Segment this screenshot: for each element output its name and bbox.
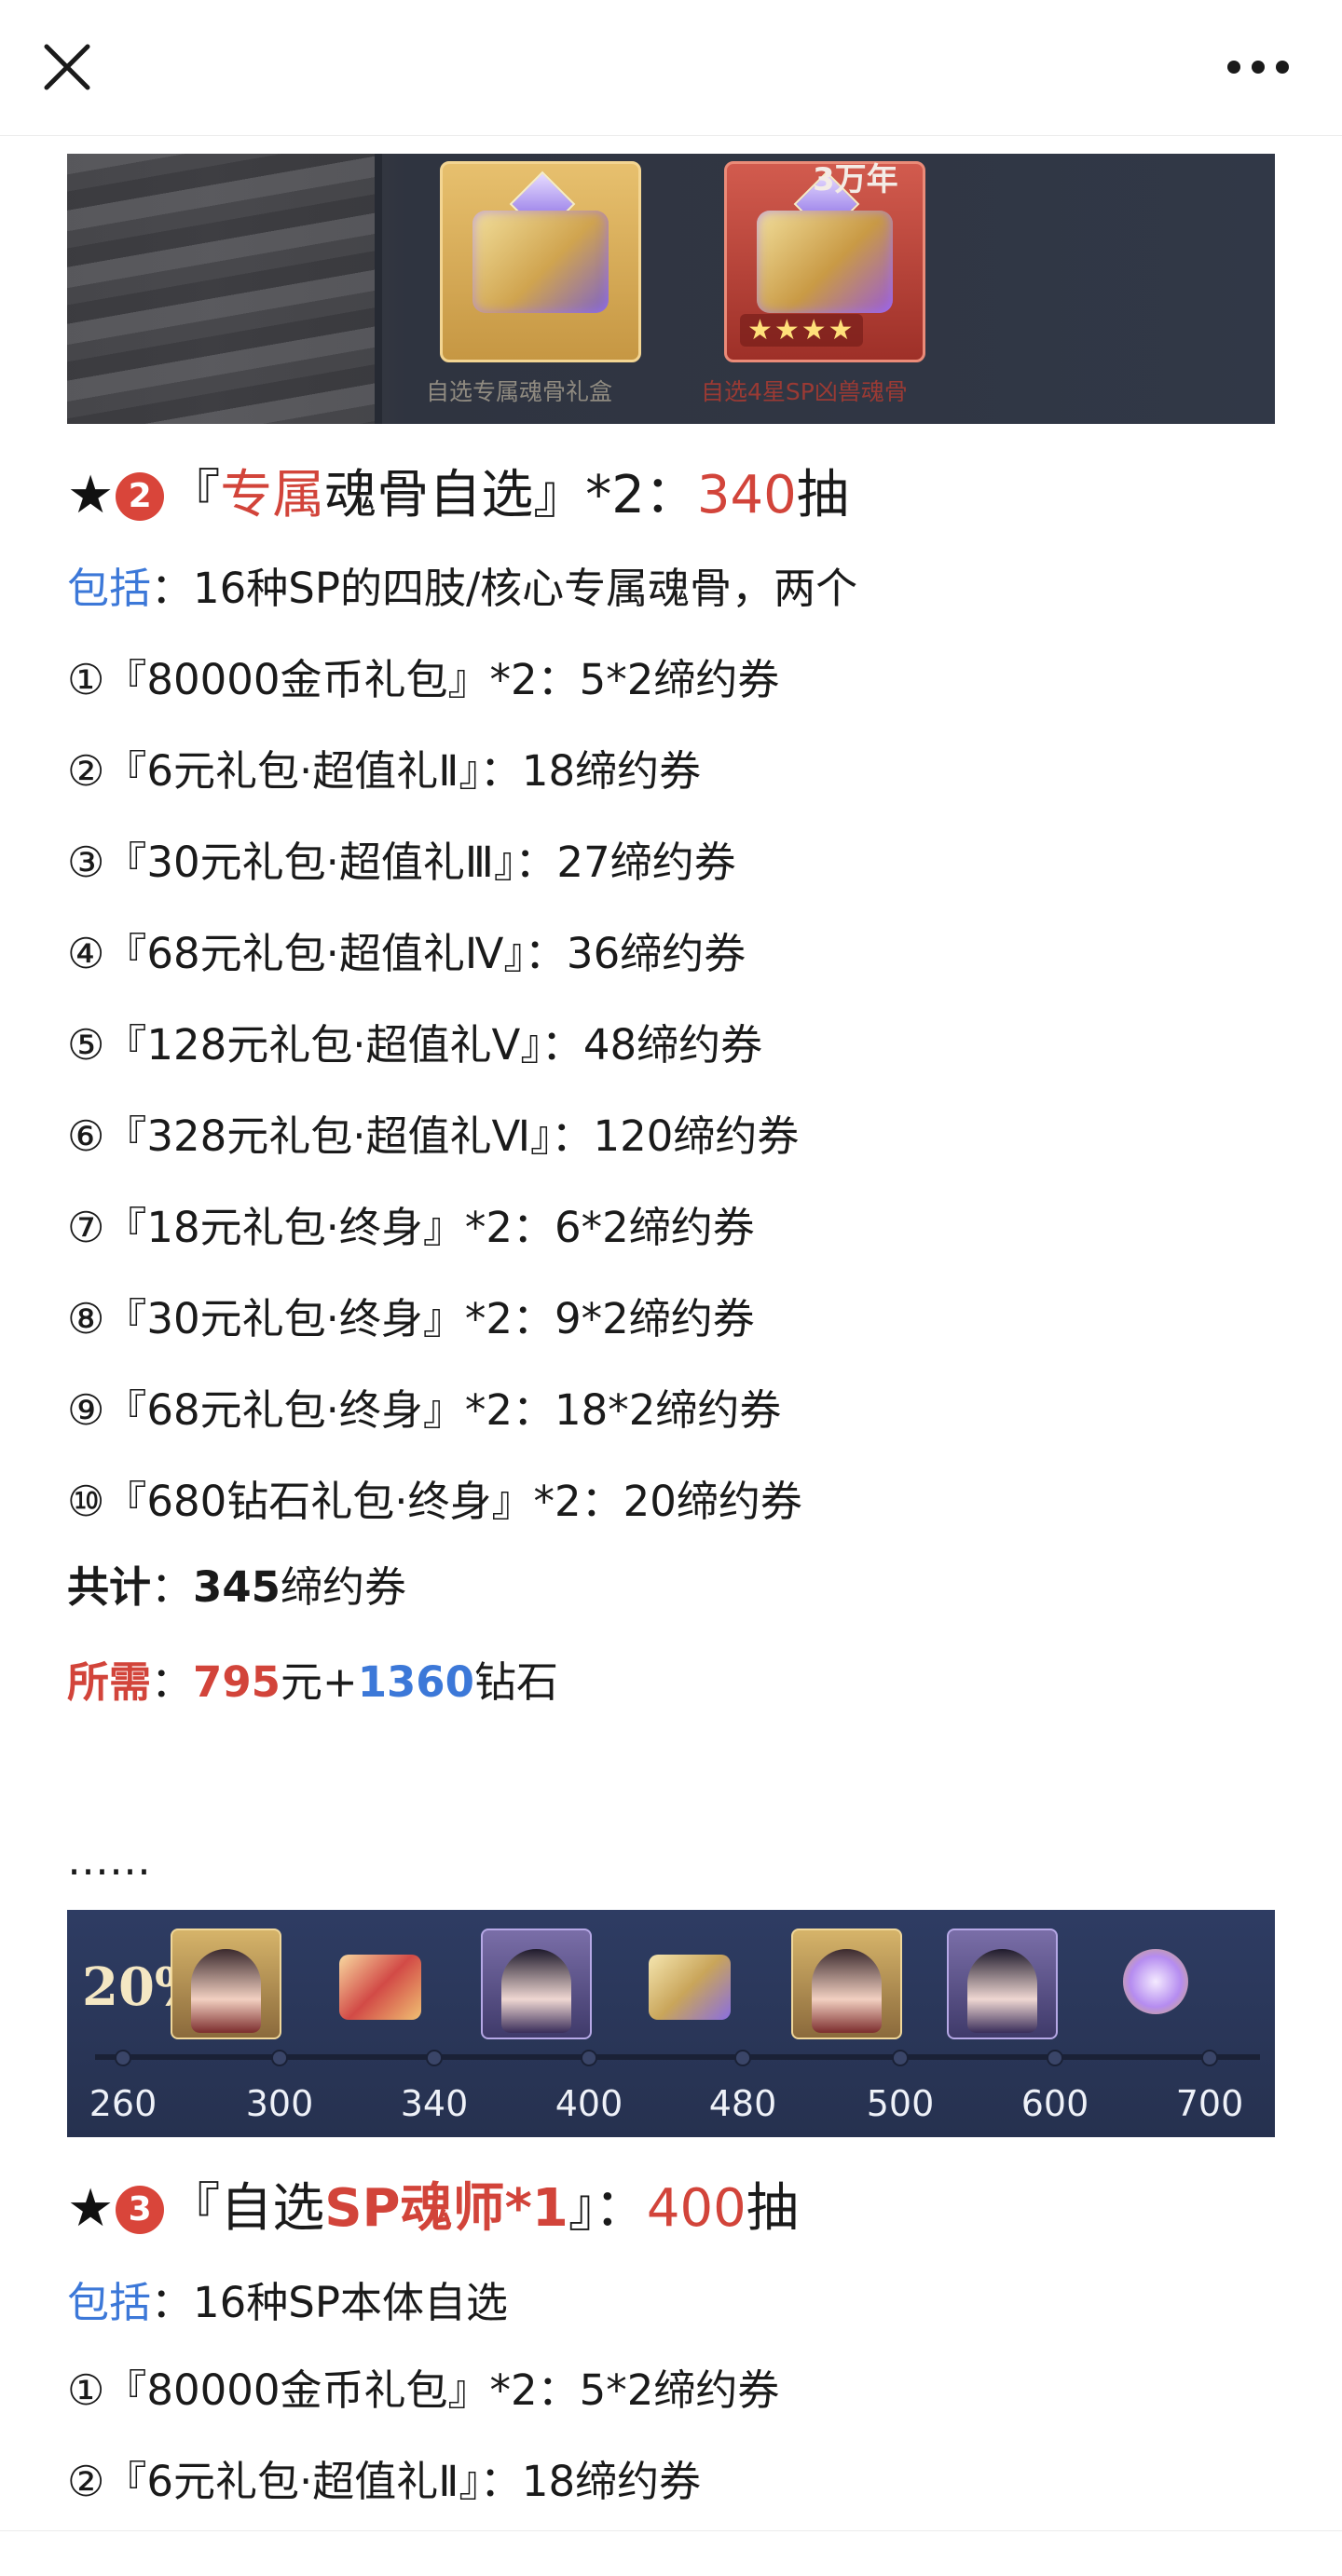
section-heading-3: ★ 3 『自选SP魂师*1』：400抽: [67, 2178, 799, 2239]
hero-portrait-icon: [791, 1929, 902, 2039]
more-button[interactable]: [1221, 52, 1295, 82]
rewards-banner-image: ★★★★ 3万年 自选专属魂骨礼盒 自选4星SP凶兽魂骨: [67, 154, 1275, 424]
star-icon: ★: [67, 465, 115, 525]
close-button[interactable]: [37, 37, 97, 97]
top-bar: [0, 0, 1342, 136]
track-dot: [734, 2050, 751, 2066]
track-tick-label: 340: [400, 2083, 469, 2124]
track-dot: [1047, 2050, 1063, 2066]
track-tick-label: 300: [245, 2083, 314, 2124]
track-dot: [892, 2050, 909, 2066]
pack-item: ⑦『18元礼包·终身』*2：6*2缔约券: [67, 1203, 755, 1252]
gold-chest-caption: 自选专属魂骨礼盒: [426, 378, 613, 405]
pack-item: ③『30元礼包·超值礼Ⅲ』：27缔约券: [67, 838, 736, 887]
gold-chest-icon: [440, 161, 641, 362]
track-tick-label: 500: [866, 2083, 935, 2124]
pull-count: 400: [646, 2178, 746, 2239]
star-icon: ★: [67, 2178, 115, 2239]
title-highlight: SP魂师*1: [324, 2178, 568, 2239]
pack-item: ①『80000金币礼包』*2：5*2缔约券: [67, 2365, 780, 2415]
red-chest-caption: 自选4星SP凶兽魂骨: [701, 378, 908, 405]
hero-portrait-icon: [947, 1929, 1058, 2039]
bottom-toolbar: [0, 2530, 1342, 2576]
star-rating: ★★★★: [740, 314, 863, 347]
more-dots-icon: [1227, 61, 1289, 74]
hero-portrait-icon: [171, 1929, 281, 2039]
track-dot: [115, 2050, 131, 2066]
progress-track: [95, 2054, 1260, 2060]
close-icon: [44, 44, 90, 90]
include-label: 包括: [67, 2278, 152, 2327]
banner-divider: [375, 154, 382, 424]
cost-yuan: 795: [193, 1657, 281, 1707]
pack-item: ⑩『680钻石礼包·终身』*2：20缔约券: [67, 1477, 802, 1526]
pack-item: ⑧『30元礼包·终身』*2：9*2缔约券: [67, 1294, 755, 1343]
number-badge: 3: [116, 2186, 165, 2234]
stone-background: [67, 154, 375, 424]
include-line: 包括：16种SP的四肢/核心专属魂骨，两个: [67, 564, 858, 613]
track-tick-label: 400: [555, 2083, 623, 2124]
total-value: 345: [193, 1562, 281, 1612]
cost-diamond: 1360: [357, 1657, 474, 1707]
track-tick-label: 480: [708, 2083, 777, 2124]
progress-rewards-banner: 20% 260 300 340 400 480 500 600 700: [67, 1910, 1275, 2137]
track-dot: [1201, 2050, 1218, 2066]
include-line-3: 包括：16种SP本体自选: [67, 2278, 508, 2327]
pack-item: ④『68元礼包·超值礼Ⅳ』：36缔约券: [67, 929, 746, 978]
cost-line: 所需：795元+1360钻石: [67, 1657, 558, 1707]
total-label: 共计: [67, 1562, 152, 1612]
include-label: 包括: [67, 564, 152, 613]
title-highlight: 专属: [220, 465, 325, 525]
cost-label: 所需: [67, 1657, 152, 1707]
track-tick-label: 600: [1020, 2083, 1089, 2124]
hero-portrait-icon: [481, 1929, 592, 2039]
pack-item: ①『80000金币礼包』*2：5*2缔约券: [67, 655, 780, 704]
number-badge: 2: [116, 472, 165, 521]
red-chest-icon: [326, 1929, 433, 2036]
track-dot: [271, 2050, 288, 2066]
purple-chest-icon: [636, 1929, 743, 2036]
pull-count: 340: [696, 465, 797, 525]
track-dot: [426, 2050, 443, 2066]
pack-item: ⑨『68元礼包·终身』*2：18*2缔约券: [67, 1385, 782, 1435]
pack-item: ②『6元礼包·超值礼Ⅱ』：18缔约券: [67, 746, 702, 796]
section-heading: ★ 2 『专属魂骨自选』*2：340抽: [67, 465, 849, 525]
track-tick-label: 260: [89, 2083, 157, 2124]
total-line: 共计：345缔约券: [67, 1562, 406, 1612]
ellipsis: ……: [67, 1835, 151, 1885]
track-dot: [581, 2050, 597, 2066]
pack-item: ⑥『328元礼包·超值礼Ⅵ』：120缔约券: [67, 1111, 800, 1161]
pack-item: ②『6元礼包·超值礼Ⅱ』：18缔约券: [67, 2457, 702, 2506]
track-tick-label: 700: [1175, 2083, 1244, 2124]
hourglass-orb-icon: [1102, 1929, 1210, 2036]
pack-item: ⑤『128元礼包·超值礼Ⅴ』：48缔约券: [67, 1020, 763, 1070]
age-tag: 3万年: [813, 161, 898, 198]
